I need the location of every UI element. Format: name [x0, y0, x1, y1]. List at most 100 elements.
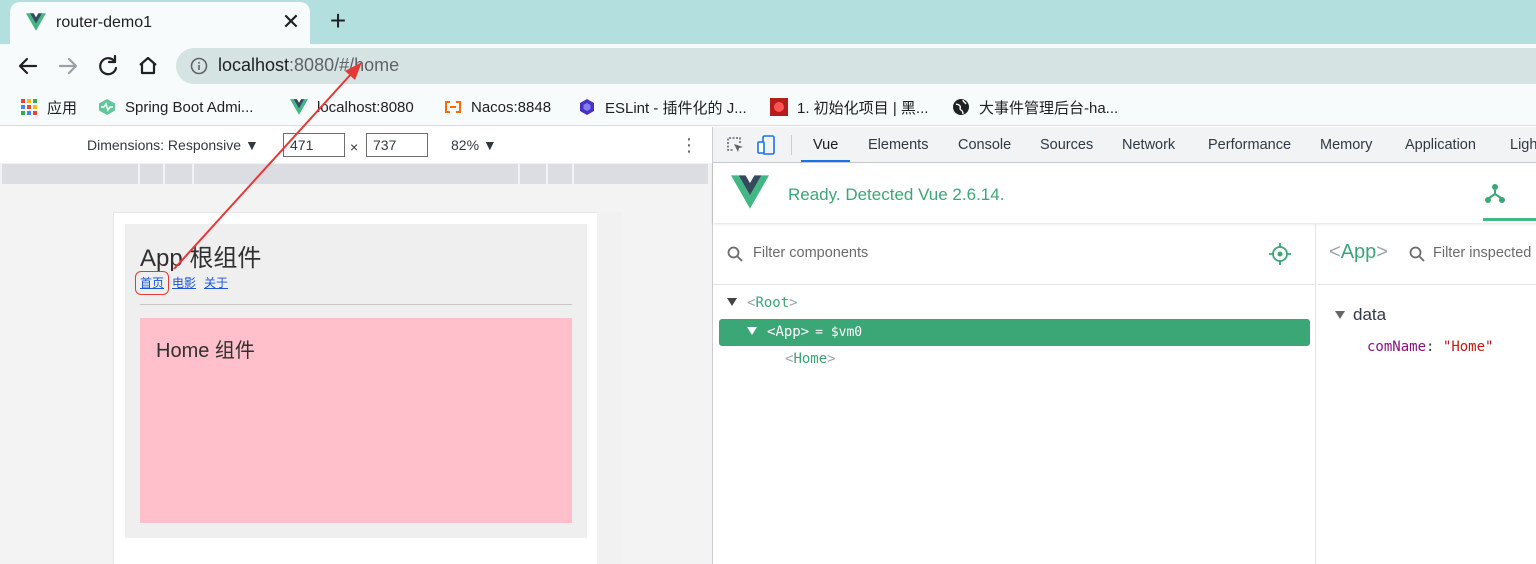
toolbar-separator	[791, 135, 792, 155]
bookmark-eslint[interactable]: ESLint - 插件化的 J...	[578, 96, 747, 118]
home-component: Home 组件	[140, 318, 572, 523]
device-toolbar-icon[interactable]	[757, 135, 777, 155]
component-name: App	[775, 324, 801, 340]
tree-node-home[interactable]: <Home>	[719, 346, 1310, 373]
collapse-triangle-icon[interactable]	[1335, 311, 1345, 319]
app-root-component: App 根组件 首页 电影 关于 Home 组件	[125, 224, 587, 538]
globe-icon	[953, 99, 969, 115]
apps-grid-icon	[21, 99, 37, 115]
vm-reference: = $vm0	[815, 325, 863, 340]
zoom-dropdown[interactable]: 82% ▼	[451, 137, 497, 153]
emulated-viewport: App 根组件 首页 电影 关于 Home 组件	[113, 212, 597, 564]
filter-components-input[interactable]: Filter components	[753, 245, 868, 261]
bookmark-label: 1. 初始化项目 | 黑...	[797, 99, 929, 117]
property-key: comName	[1367, 339, 1427, 355]
active-view-indicator	[1483, 218, 1536, 221]
data-property-row[interactable]: comName: "Home"	[1367, 339, 1493, 355]
app-title: App 根组件	[140, 245, 262, 272]
url-host: localhost	[218, 55, 290, 75]
data-section-header[interactable]: data	[1335, 305, 1386, 325]
viewport-scroll-track[interactable]	[597, 212, 622, 564]
home-title: Home 组件	[156, 340, 255, 362]
eslint-icon	[580, 99, 594, 115]
red-site-icon	[770, 98, 788, 116]
select-component-icon[interactable]	[1269, 243, 1291, 265]
browser-toolbar: localhost:8080/#/home	[0, 44, 1536, 88]
router-link-movie[interactable]: 电影	[172, 276, 196, 290]
expand-triangle-icon[interactable]	[727, 298, 737, 306]
filter-inspected-input[interactable]: Filter inspected data	[1433, 245, 1536, 261]
bookmarks-bar: 应用 Spring Boot Admi... localhost:8080 Na…	[0, 88, 1536, 126]
component-tree-panel: Filter components <Root> <App> = $vm0 <Ho…	[713, 223, 1316, 564]
bookmark-label: localhost:8080	[317, 98, 414, 116]
dimensions-dropdown[interactable]: Dimensions: Responsive ▼	[87, 137, 259, 153]
site-info-icon[interactable]	[190, 57, 208, 75]
bookmark-label: 应用	[47, 99, 78, 117]
component-inspector-panel: <App> Filter inspected data data comName…	[1317, 223, 1536, 564]
reload-icon[interactable]	[94, 52, 122, 80]
property-value[interactable]: "Home"	[1443, 339, 1494, 355]
more-options-icon[interactable]: ⋮	[680, 133, 698, 157]
tab-lighthouse[interactable]: Lighthouse	[1510, 127, 1536, 162]
media-query-ruler[interactable]	[2, 164, 708, 184]
devtools-panel: Vue Elements Console Sources Network Per…	[712, 127, 1536, 564]
device-emulation-pane: Dimensions: Responsive ▼ × 82% ▼ ⋮ App 根…	[0, 127, 712, 564]
tab-network[interactable]: Network	[1122, 127, 1175, 162]
home-icon[interactable]	[134, 52, 162, 80]
url-text[interactable]: localhost:8080/#/home	[218, 55, 399, 76]
bookmark-label: Spring Boot Admi...	[125, 98, 254, 116]
router-links: 首页 电影 关于	[134, 271, 236, 295]
tree-node-app-selected[interactable]: <App> = $vm0	[719, 319, 1310, 346]
router-link-about[interactable]: 关于	[204, 276, 228, 290]
bookmark-label: 大事件管理后台-ha...	[979, 99, 1119, 117]
bookmark-init-project[interactable]: 1. 初始化项目 | 黑...	[770, 96, 928, 118]
devtools-tab-bar: Vue Elements Console Sources Network Per…	[713, 127, 1536, 163]
tab-performance[interactable]: Performance	[1208, 127, 1291, 162]
bookmark-localhost-8080[interactable]: localhost:8080	[290, 96, 414, 118]
tab-application[interactable]: Application	[1405, 127, 1476, 162]
expand-triangle-icon[interactable]	[747, 327, 757, 335]
component-name: Home	[793, 351, 828, 367]
search-icon	[1409, 246, 1425, 262]
close-tab-icon[interactable]: ✕	[278, 9, 304, 35]
bookmark-nacos[interactable]: Nacos:8848	[444, 96, 551, 118]
spring-boot-admin-icon	[99, 99, 115, 115]
bookmark-label: ESLint - 插件化的 J...	[605, 99, 747, 117]
device-height-input[interactable]	[366, 133, 428, 157]
tab-sources[interactable]: Sources	[1040, 127, 1093, 162]
bookmark-apps[interactable]: 应用	[20, 96, 77, 118]
address-bar[interactable]: localhost:8080/#/home	[176, 48, 1536, 84]
dimensions-times: ×	[350, 139, 359, 155]
new-tab-button[interactable]: +	[324, 6, 352, 36]
tab-console[interactable]: Console	[958, 127, 1011, 162]
search-icon	[727, 246, 743, 262]
vue-devtools-header: Ready. Detected Vue 2.6.14.	[713, 163, 1536, 223]
tab-elements[interactable]: Elements	[868, 127, 928, 162]
component-tree-icon[interactable]	[1483, 181, 1507, 205]
tab-title: router-demo1	[56, 14, 153, 31]
inspector-header: <App> Filter inspected data	[1317, 223, 1536, 285]
nacos-icon	[445, 101, 461, 113]
divider	[140, 304, 572, 305]
inspect-element-icon[interactable]	[725, 135, 745, 155]
bookmark-spring-boot-admin[interactable]: Spring Boot Admi...	[98, 96, 253, 118]
tab-memory[interactable]: Memory	[1320, 127, 1372, 162]
vue-logo-icon	[26, 13, 46, 31]
forward-arrow-icon[interactable]	[54, 52, 82, 80]
browser-tab-router-demo1[interactable]: router-demo1 ✕	[10, 2, 310, 44]
tree-node-root[interactable]: <Root>	[719, 290, 1310, 317]
vue-status-text: Ready. Detected Vue 2.6.14.	[788, 185, 1005, 204]
tab-strip: router-demo1 ✕ +	[0, 0, 1536, 44]
bookmark-event-admin[interactable]: 大事件管理后台-ha...	[952, 96, 1118, 118]
router-link-home[interactable]: 首页	[134, 271, 170, 295]
device-toolbar: Dimensions: Responsive ▼ × 82% ▼ ⋮	[0, 127, 712, 163]
vue-logo-icon	[290, 99, 308, 115]
inspected-component-name: <App>	[1329, 241, 1388, 263]
device-width-input[interactable]	[283, 133, 345, 157]
vue-logo-icon	[731, 175, 769, 209]
back-arrow-icon[interactable]	[14, 52, 42, 80]
bookmark-label: Nacos:8848	[471, 98, 552, 116]
tab-vue[interactable]: Vue	[801, 127, 851, 162]
filter-components-row: Filter components	[713, 223, 1316, 285]
component-name: Root	[755, 295, 790, 311]
